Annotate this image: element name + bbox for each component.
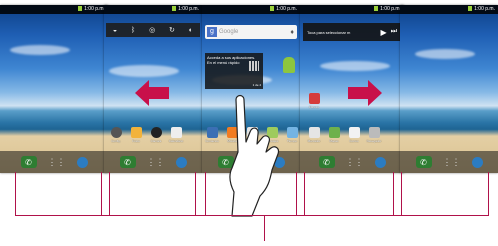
- music-widget[interactable]: Toca para seleccionar m ▶ ⏭: [303, 23, 401, 41]
- app-browser[interactable]: Navegador: [366, 127, 382, 143]
- app-marker[interactable]: Marcador: [306, 127, 322, 143]
- app-contacts[interactable]: Contactos: [204, 127, 220, 143]
- callout-line-9: [401, 172, 402, 216]
- dock: ✆ ⋮⋮: [0, 151, 108, 173]
- swipe-left-arrow-icon: [135, 80, 169, 106]
- browser-icon[interactable]: [76, 156, 88, 168]
- dock: ✆ ⋮⋮: [300, 151, 404, 173]
- status-bar: 1:00 p.m.: [202, 5, 300, 14]
- play-icon[interactable]: ▶: [381, 28, 387, 37]
- sync-icon[interactable]: ↻: [169, 26, 175, 34]
- app-grid-icon: [249, 61, 259, 71]
- app-fitness[interactable]: Fitness: [306, 93, 322, 109]
- status-bar: 1:00 p.m.: [104, 5, 202, 14]
- home-panel-1: 1:00 p.m. ✆ ⋮⋮: [0, 5, 108, 173]
- app-grid-icon[interactable]: ⋮⋮: [443, 156, 461, 168]
- mic-icon[interactable]: ♦: [290, 29, 297, 36]
- quick-settings-bar[interactable]: ◒ ᛒ ◎ ↻ ◐: [106, 23, 200, 37]
- swipe-right-arrow-icon: [348, 80, 382, 106]
- dock: ✆ ⋮⋮: [104, 151, 202, 173]
- status-bar: 1:00 p.m.: [0, 5, 108, 14]
- callout-line-4: [195, 172, 196, 216]
- app-settings[interactable]: Config.: [108, 127, 124, 143]
- phone-icon[interactable]: ✆: [318, 156, 335, 168]
- phone-icon[interactable]: ✆: [20, 156, 37, 168]
- callout-line-2: [101, 172, 102, 216]
- status-bar: 1:00 p.m.: [400, 5, 498, 14]
- search-input[interactable]: Google: [219, 29, 288, 35]
- browser-icon[interactable]: [175, 156, 187, 168]
- callout-stem: [264, 215, 265, 241]
- dock: ✆ ⋮⋮: [400, 151, 498, 173]
- phone-icon[interactable]: ✆: [119, 156, 136, 168]
- app-grid-icon[interactable]: ⋮⋮: [48, 156, 66, 168]
- home-panel-5: 1:00 p.m. ✆ ⋮⋮: [400, 5, 498, 173]
- app-maps[interactable]: Mapas: [326, 127, 342, 143]
- app-mail[interactable]: Correo: [346, 127, 362, 143]
- callout-line-3: [109, 172, 110, 216]
- phone-icon[interactable]: ✆: [415, 156, 432, 168]
- android-icon: [283, 57, 295, 73]
- callout-line-8: [393, 172, 394, 216]
- brightness-icon[interactable]: ◐: [189, 27, 193, 34]
- tip-widget[interactable]: Acceda a sus aplicaciones. En el menú rá…: [205, 53, 263, 89]
- callout-line-1: [15, 172, 16, 216]
- browser-icon[interactable]: [374, 156, 386, 168]
- wifi-icon[interactable]: ◒: [113, 27, 117, 34]
- browser-icon[interactable]: [471, 156, 483, 168]
- tip-page: 1 de 4: [252, 83, 261, 87]
- swipe-hand-icon: [229, 94, 280, 217]
- app-grid-icon[interactable]: ⋮⋮: [346, 156, 364, 168]
- callout-line-10: [488, 172, 489, 216]
- bluetooth-icon[interactable]: ᛒ: [131, 27, 135, 34]
- player-status: Toca para seleccionar m: [307, 29, 351, 35]
- gps-icon[interactable]: ◎: [149, 26, 155, 34]
- callout-line-5: [205, 172, 206, 216]
- callout-line-6: [296, 172, 297, 216]
- app-calendar[interactable]: Calendario: [168, 127, 184, 143]
- status-bar: 1:00 p.m.: [300, 5, 404, 14]
- google-logo-icon: g: [207, 27, 217, 37]
- callout-line-7: [304, 172, 305, 216]
- google-search-widget[interactable]: g Google ♦: [205, 25, 297, 39]
- app-photos[interactable]: Fotos: [128, 127, 144, 143]
- callout-bar: [15, 215, 489, 216]
- app-camera[interactable]: Cámara: [148, 127, 164, 143]
- app-grid-icon[interactable]: ⋮⋮: [147, 156, 165, 168]
